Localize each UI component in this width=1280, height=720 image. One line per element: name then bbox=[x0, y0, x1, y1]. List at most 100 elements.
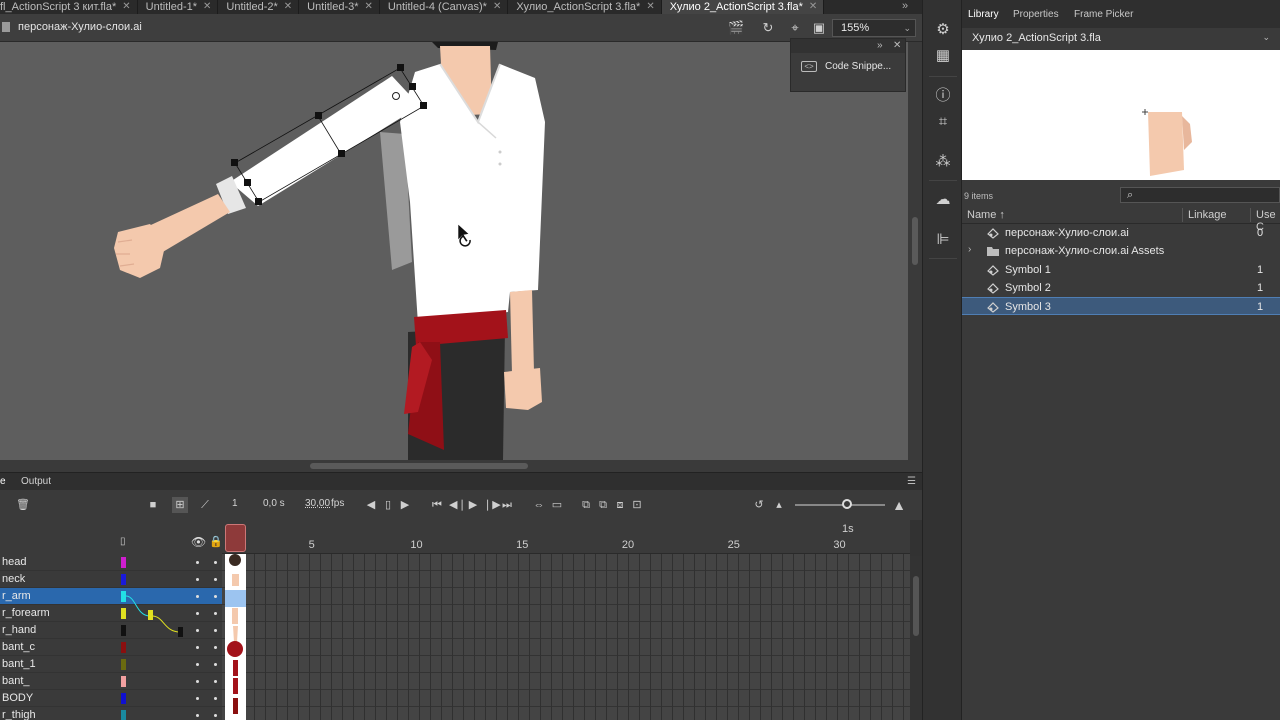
tab-overflow-icon[interactable]: » bbox=[902, 0, 908, 12]
frame-ruler[interactable]: 1s 5 10 15 20 25 30 bbox=[222, 520, 910, 554]
modify-markers-icon[interactable]: ⊡ bbox=[631, 497, 643, 513]
play-icon[interactable]: ▶ bbox=[467, 497, 479, 513]
layer-row[interactable]: r_forearm bbox=[0, 605, 222, 622]
assets-icon[interactable]: ⚙ bbox=[933, 20, 953, 40]
layer-row[interactable]: bant_1 bbox=[0, 656, 222, 673]
timeline-vertical-scrollbar[interactable] bbox=[910, 556, 922, 720]
layer-visibility-toggle[interactable] bbox=[196, 561, 199, 564]
loop-icon[interactable]: ⇔ bbox=[532, 497, 546, 513]
center-stage-icon[interactable]: ⌖ bbox=[787, 20, 803, 36]
close-icon[interactable]: ✕ bbox=[809, 1, 817, 13]
tab-properties[interactable]: Properties bbox=[1013, 9, 1059, 20]
layer-color-swatch[interactable] bbox=[121, 557, 126, 568]
graph-icon[interactable]: ⟋ bbox=[198, 497, 212, 513]
layer-lock-toggle[interactable] bbox=[214, 646, 217, 649]
layer-color-swatch[interactable] bbox=[121, 676, 126, 687]
layer-visibility-toggle[interactable] bbox=[196, 612, 199, 615]
layer-visibility-toggle[interactable] bbox=[196, 646, 199, 649]
code-snippets-button[interactable]: <> Code Snippe... bbox=[791, 53, 905, 72]
col-linkage[interactable]: Linkage bbox=[1188, 209, 1227, 221]
edit-multiple-frames-icon[interactable]: ⧈ bbox=[614, 497, 626, 513]
layer-lock-toggle[interactable] bbox=[214, 680, 217, 683]
zoom-select[interactable]: 155% ⌄ bbox=[832, 19, 916, 37]
library-item[interactable]: Symbol 3 1 bbox=[962, 297, 1280, 316]
close-icon[interactable]: ✕ bbox=[203, 1, 211, 13]
fps-value[interactable]: 30,00 bbox=[305, 498, 330, 509]
close-icon[interactable]: ✕ bbox=[365, 1, 373, 13]
layer-lock-toggle[interactable] bbox=[214, 578, 217, 581]
playhead[interactable] bbox=[225, 524, 246, 552]
motion-icon[interactable]: ⁂ bbox=[933, 152, 953, 172]
timeline-zoom-knob[interactable] bbox=[842, 499, 852, 509]
document-tab[interactable]: Untitled-2* ✕ bbox=[218, 0, 300, 14]
layer-row[interactable]: BODY bbox=[0, 690, 222, 707]
layer-visibility-toggle[interactable] bbox=[196, 714, 199, 717]
layer-lock-toggle[interactable] bbox=[214, 714, 217, 717]
center-frame-icon[interactable]: ▭ bbox=[550, 497, 564, 513]
rotate-stage-icon[interactable]: ↻ bbox=[760, 20, 776, 36]
current-frame[interactable]: 1 bbox=[232, 498, 238, 509]
cc-libraries-icon[interactable]: ☁ bbox=[933, 190, 953, 210]
layer-visibility-toggle[interactable] bbox=[196, 578, 199, 581]
step-forward-icon[interactable]: ▶ bbox=[400, 497, 410, 513]
expand-icon[interactable]: › bbox=[968, 244, 971, 255]
close-icon[interactable]: ✕ bbox=[893, 39, 901, 53]
close-icon[interactable]: ✕ bbox=[122, 1, 130, 13]
visibility-icon[interactable]: 👁 bbox=[191, 535, 206, 549]
go-to-last-icon[interactable]: ⏭ bbox=[500, 497, 514, 513]
document-tab[interactable]: fl_ActionScript 3 кит.fla* ✕ bbox=[0, 0, 138, 14]
lock-icon[interactable]: 🔒 bbox=[209, 535, 223, 548]
info-icon[interactable]: ⓘ bbox=[933, 86, 953, 106]
layer-row[interactable]: r_hand bbox=[0, 622, 222, 639]
layer-color-swatch[interactable] bbox=[121, 710, 126, 720]
align-icon[interactable]: ⊫ bbox=[933, 230, 953, 250]
layer-visibility-toggle[interactable] bbox=[196, 663, 199, 666]
close-icon[interactable]: ✕ bbox=[493, 1, 501, 13]
stage-horizontal-scrollbar[interactable] bbox=[0, 460, 922, 472]
scene-name[interactable]: персонаж-Хулио-слои.ai bbox=[18, 21, 142, 33]
tab-output[interactable]: Output bbox=[21, 476, 51, 487]
layer-row[interactable]: neck bbox=[0, 571, 222, 588]
onion-outline-icon[interactable]: ⧉ bbox=[597, 497, 609, 513]
layer-lock-toggle[interactable] bbox=[214, 595, 217, 598]
layer-row[interactable]: bant_c bbox=[0, 639, 222, 656]
prev-frame-icon[interactable]: ◀❘ bbox=[449, 497, 467, 513]
library-item[interactable]: персонаж-Хулио-слои.ai 0 bbox=[962, 224, 1280, 242]
layer-lock-toggle[interactable] bbox=[214, 663, 217, 666]
panel-menu-icon[interactable]: ☰ bbox=[907, 476, 916, 487]
layer-row[interactable]: r_thigh bbox=[0, 707, 222, 720]
document-tab[interactable]: Untitled-3* ✕ bbox=[299, 0, 380, 14]
layer-color-swatch[interactable] bbox=[121, 693, 126, 704]
layer-lock-toggle[interactable] bbox=[214, 612, 217, 615]
layer-lock-toggle[interactable] bbox=[214, 629, 217, 632]
library-item[interactable]: Symbol 2 1 bbox=[962, 279, 1280, 297]
layer-color-swatch[interactable] bbox=[121, 659, 126, 670]
step-back-icon[interactable]: ◀ bbox=[366, 497, 376, 513]
zoom-in-timeline-icon[interactable]: ▲ bbox=[890, 497, 908, 513]
insert-keyframe-icon[interactable]: ▯ bbox=[383, 497, 393, 513]
layer-color-swatch[interactable] bbox=[121, 574, 126, 585]
layer-visibility-toggle[interactable] bbox=[196, 595, 199, 598]
align-grid-icon[interactable]: ⌗ bbox=[933, 112, 953, 132]
library-item[interactable]: Symbol 1 1 bbox=[962, 261, 1280, 279]
layer-row[interactable]: bant_ bbox=[0, 673, 222, 690]
delete-layer-icon[interactable]: 🗑 bbox=[16, 497, 30, 513]
current-time[interactable]: 0,0 s bbox=[263, 498, 285, 509]
library-item[interactable]: › персонаж-Хулио-слои.ai Assets bbox=[962, 242, 1280, 260]
close-icon[interactable]: ✕ bbox=[646, 1, 654, 13]
col-name[interactable]: Name ↑ bbox=[967, 209, 1005, 221]
stage-vertical-scrollbar[interactable] bbox=[908, 42, 922, 460]
tab-frame-picker[interactable]: Frame Picker bbox=[1074, 9, 1133, 20]
rotate-back-icon[interactable]: ↺ bbox=[752, 497, 766, 513]
onion-skin-icon[interactable]: ⧉ bbox=[580, 497, 592, 513]
swatches-icon[interactable]: ▦ bbox=[933, 46, 953, 66]
layer-visibility-toggle[interactable] bbox=[196, 680, 199, 683]
document-tab[interactable]: Untitled-4 (Canvas)* ✕ bbox=[380, 0, 509, 14]
collapse-icon[interactable]: » bbox=[877, 39, 883, 53]
document-tab[interactable]: Хулио 2_ActionScript 3.fla* ✕ bbox=[661, 0, 825, 14]
keyframe-column[interactable] bbox=[225, 554, 246, 720]
document-tab[interactable]: Untitled-1* ✕ bbox=[138, 0, 219, 14]
layer-parenting-icon[interactable]: ⊞ bbox=[172, 497, 188, 513]
timeline-zoom-slider[interactable] bbox=[795, 504, 885, 506]
stage[interactable] bbox=[0, 42, 908, 460]
